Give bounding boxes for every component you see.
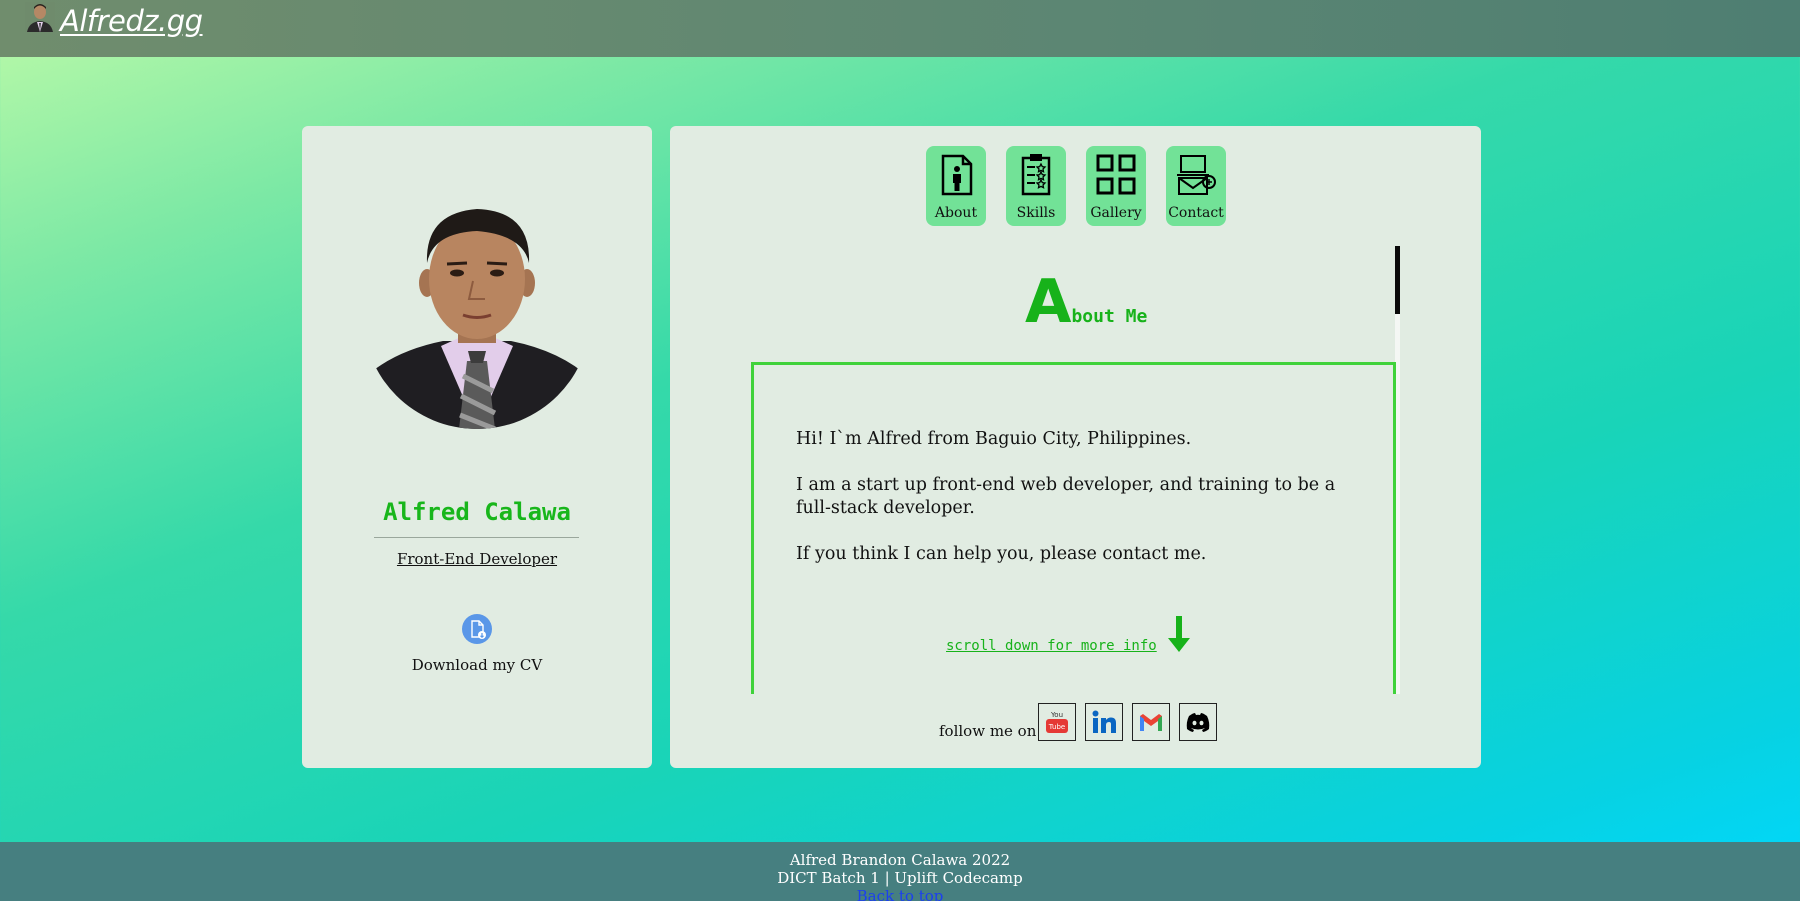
gmail-icon bbox=[1140, 714, 1162, 731]
follow-label: follow me on bbox=[939, 722, 1037, 740]
profile-role-link[interactable]: Front-End Developer bbox=[302, 550, 652, 568]
svg-text:Tube: Tube bbox=[1048, 723, 1065, 731]
divider bbox=[374, 537, 579, 538]
nav-gallery-label: Gallery bbox=[1090, 205, 1142, 221]
about-paragraph: I am a start up front-end web developer,… bbox=[796, 475, 1336, 518]
scroll-down-label: scroll down for more info bbox=[946, 638, 1157, 654]
logo-avatar-icon[interactable] bbox=[25, 2, 55, 32]
svg-text:You: You bbox=[1050, 711, 1063, 719]
about-paragraph: If you think I can help you, please cont… bbox=[796, 544, 1207, 564]
site-logo-link[interactable]: Alfredz.gg bbox=[60, 4, 203, 38]
discord-link[interactable] bbox=[1179, 703, 1217, 741]
footer-copyright: Alfred Brandon Calawa 2022 bbox=[789, 851, 1011, 869]
section-title: About Me bbox=[1025, 272, 1147, 332]
gmail-link[interactable] bbox=[1132, 703, 1170, 741]
footer-batch: DICT Batch 1 | Uplift Codecamp bbox=[777, 869, 1023, 887]
about-content-box: Hi! I`m Alfred from Baguio City, Philipp… bbox=[751, 362, 1396, 694]
top-bar: Alfredz.gg bbox=[0, 0, 1800, 57]
discord-icon bbox=[1186, 713, 1210, 732]
linkedin-icon bbox=[1092, 710, 1116, 733]
profile-photo bbox=[363, 201, 591, 429]
laptop-mail-icon bbox=[1177, 155, 1216, 195]
scroll-down-link[interactable]: scroll down for more info bbox=[946, 614, 1191, 654]
nav-about-label: About bbox=[934, 205, 978, 221]
footer: Alfred Brandon Calawa 2022 DICT Batch 1 … bbox=[0, 842, 1800, 901]
nav-contact-button[interactable]: Contact bbox=[1166, 146, 1226, 226]
profile-name: Alfred Calawa bbox=[383, 498, 571, 526]
section-title-rest: bout Me bbox=[1071, 306, 1148, 327]
arrow-down-icon bbox=[1167, 616, 1190, 652]
content-card: About Skills Gallery Contact About Me Hi… bbox=[670, 126, 1481, 768]
profile-card: Alfred Calawa Front-End Developer Downlo… bbox=[302, 126, 652, 768]
scrollbar-thumb[interactable] bbox=[1395, 246, 1400, 314]
download-cv-link[interactable]: Download my CV bbox=[302, 656, 652, 674]
nav-about-button[interactable]: About bbox=[926, 146, 986, 226]
about-paragraph: Hi! I`m Alfred from Baguio City, Philipp… bbox=[796, 429, 1192, 449]
section-title-initial: A bbox=[1025, 267, 1072, 337]
linkedin-link[interactable] bbox=[1085, 703, 1123, 741]
grid-icon bbox=[1096, 154, 1136, 195]
nav-gallery-button[interactable]: Gallery bbox=[1086, 146, 1146, 226]
back-to-top-link[interactable]: Back to top bbox=[0, 887, 1800, 901]
nav-skills-button[interactable]: Skills bbox=[1006, 146, 1066, 226]
youtube-icon: You Tube bbox=[1046, 711, 1068, 733]
download-file-icon[interactable] bbox=[462, 614, 492, 644]
nav-contact-label: Contact bbox=[1168, 205, 1224, 221]
nav-skills-label: Skills bbox=[1016, 205, 1056, 221]
youtube-link[interactable]: You Tube bbox=[1038, 703, 1076, 741]
clipboard-stars-icon bbox=[1021, 154, 1051, 196]
person-document-icon bbox=[941, 154, 973, 196]
